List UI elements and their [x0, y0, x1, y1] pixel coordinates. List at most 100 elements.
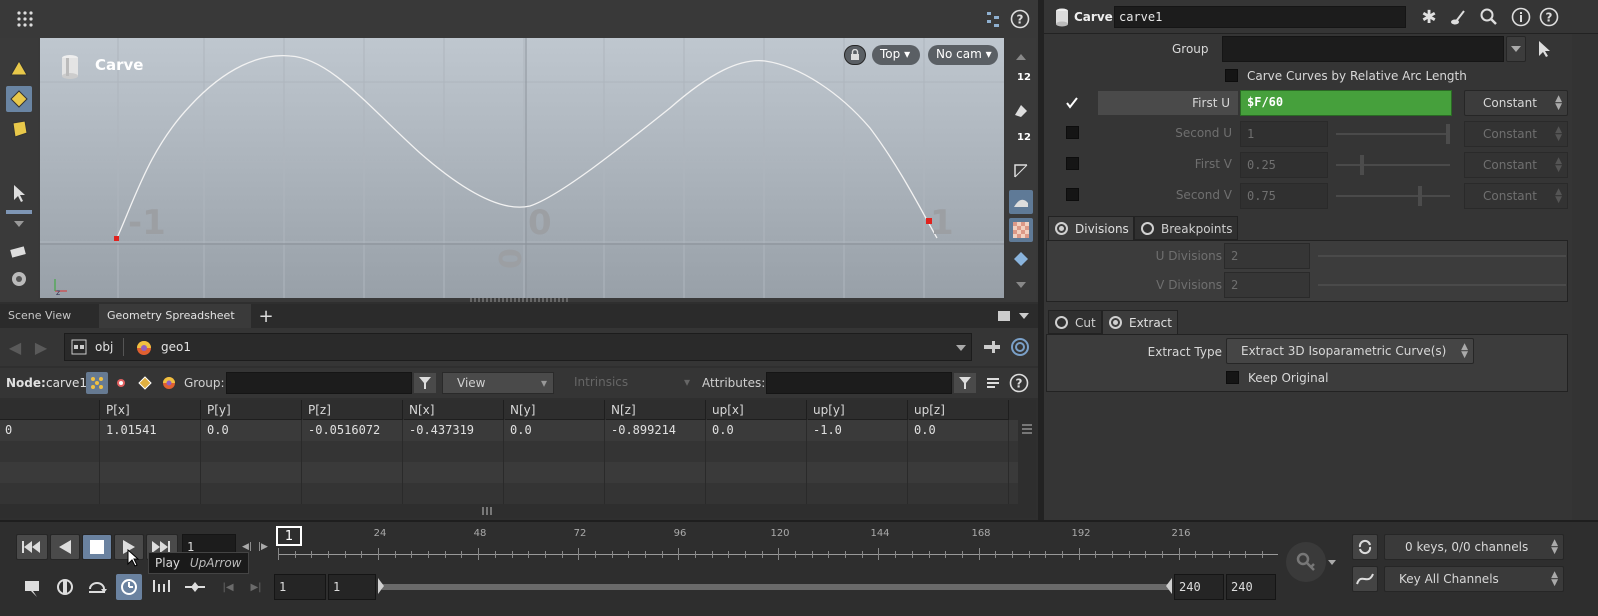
v-divisions-slider[interactable]	[1318, 284, 1566, 286]
path-dropdown-icon[interactable]	[955, 343, 967, 353]
next-key-button[interactable]: ▶|	[246, 578, 266, 596]
snap-icon[interactable]	[1009, 248, 1033, 270]
table-row[interactable]	[0, 483, 1018, 504]
second-u-field[interactable]: 1	[1240, 121, 1328, 147]
camera-dropdown[interactable]: No cam ▾	[928, 45, 998, 65]
sound-sync-icon[interactable]	[52, 574, 78, 600]
column-header[interactable]: up[z]	[909, 400, 1009, 420]
table-row[interactable]	[0, 441, 1018, 462]
second-u-slider[interactable]	[1336, 133, 1450, 135]
help-icon[interactable]: ?	[1009, 8, 1031, 30]
camera-tool-icon[interactable]	[6, 266, 32, 292]
prev-key-button[interactable]: |◀	[218, 578, 238, 596]
scroll-down-icon[interactable]	[1014, 280, 1028, 290]
select-group-arrow-icon[interactable]	[1534, 38, 1554, 60]
second-u-constant-dropdown[interactable]: Constant ▲ ▼	[1464, 121, 1568, 147]
frame-marker[interactable]: 1	[276, 526, 302, 546]
info-icon[interactable]	[1510, 6, 1532, 28]
intrinsics-dropdown[interactable]: Intrinsics ▾	[562, 372, 696, 394]
v-divisions-field[interactable]: 2	[1224, 272, 1310, 298]
first-u-expression-field[interactable]: $F/60	[1240, 90, 1452, 116]
keys-channels-dropdown[interactable]: 0 keys, 0/0 channels ▲ ▼	[1384, 534, 1564, 560]
spreadsheet-help-icon[interactable]: ?	[1008, 372, 1030, 394]
forward-arrow-icon[interactable]: ▶	[32, 338, 50, 357]
key-all-channels-dropdown[interactable]: Key All Channels ▲ ▼	[1384, 566, 1564, 592]
group-input[interactable]	[226, 372, 412, 394]
brush-tool-icon[interactable]	[6, 238, 32, 264]
path-node[interactable]: geo1	[161, 340, 191, 354]
arc-length-checkbox[interactable]	[1225, 69, 1238, 82]
view-dropdown-button[interactable]: View ▾	[442, 372, 554, 394]
first-v-slider-handle[interactable]	[1360, 155, 1364, 175]
range-start-field[interactable]: 1	[328, 574, 376, 600]
keyframe-icon[interactable]	[182, 574, 208, 600]
table-vertical-scrollbar[interactable]	[1018, 400, 1036, 504]
u-divisions-field[interactable]: 2	[1224, 243, 1310, 269]
view-dropdown[interactable]: Top ▾	[872, 45, 920, 65]
tab-scene-view[interactable]: Scene View	[0, 304, 98, 328]
play-reverse-button[interactable]	[50, 534, 80, 560]
column-header[interactable]: N[y]	[505, 400, 605, 420]
column-header[interactable]: P[y]	[202, 400, 302, 420]
points-attribute-icon[interactable]	[86, 372, 108, 394]
first-u-checkbox[interactable]	[1064, 95, 1080, 111]
curve-editor-icon[interactable]	[1352, 566, 1378, 592]
column-header[interactable]: up[y]	[808, 400, 908, 420]
texture-icon[interactable]	[1009, 218, 1033, 242]
shading-icon[interactable]	[1009, 190, 1033, 214]
second-v-slider[interactable]	[1336, 195, 1450, 197]
gear-icon[interactable]: ✱	[1418, 6, 1440, 28]
handle-tool-icon[interactable]	[6, 116, 32, 142]
attributes-filter-icon[interactable]	[954, 373, 976, 393]
pin-icon[interactable]	[982, 337, 1002, 357]
start-frame-field[interactable]: 1	[274, 574, 326, 600]
grid-menu-icon[interactable]	[14, 8, 36, 30]
paint-icon[interactable]	[1009, 100, 1033, 122]
lock-view-icon[interactable]	[844, 45, 866, 65]
columns-menu-icon[interactable]	[982, 373, 1004, 393]
range-slider[interactable]	[380, 584, 1172, 590]
channel-refresh-icon[interactable]	[1352, 534, 1378, 560]
view-tool-icon[interactable]	[6, 56, 32, 82]
node-name-field[interactable]: carve1	[1114, 6, 1406, 28]
param-scrollbar[interactable]	[1572, 34, 1598, 520]
path-root[interactable]: obj	[95, 340, 113, 354]
display-numbers-icon[interactable]: 12	[1009, 130, 1033, 152]
group-filter-icon[interactable]	[414, 373, 436, 393]
detail-attribute-icon[interactable]	[158, 372, 180, 394]
link-icon[interactable]	[1010, 337, 1030, 357]
pose-tool-icon[interactable]	[6, 86, 32, 112]
viewport-canvas[interactable]: -1 0 1 0 Carve Top ▾ No cam ▾ z	[40, 38, 1004, 298]
second-u-slider-handle[interactable]	[1446, 124, 1450, 144]
second-v-checkbox[interactable]	[1066, 188, 1079, 201]
range-end-field[interactable]: 240	[1174, 574, 1224, 600]
column-header[interactable]: N[z]	[606, 400, 706, 420]
back-arrow-icon[interactable]: ◀	[6, 338, 24, 357]
first-v-slider[interactable]	[1336, 164, 1450, 166]
tab-breakpoints[interactable]: Breakpoints	[1134, 216, 1238, 240]
loop-icon[interactable]	[84, 574, 110, 600]
step-forward-button[interactable]: |▶	[256, 540, 270, 554]
realtime-clock-icon[interactable]	[116, 574, 142, 600]
column-header[interactable]: up[x]	[707, 400, 807, 420]
param-help-icon[interactable]: ?	[1538, 6, 1560, 28]
end-frame-field[interactable]: 240	[1226, 574, 1276, 600]
second-v-field[interactable]: 0.75	[1240, 183, 1328, 209]
column-header[interactable]: N[x]	[404, 400, 504, 420]
pane-menu-icon[interactable]	[1018, 310, 1030, 322]
maximize-pane-icon[interactable]	[998, 311, 1010, 321]
tab-cut[interactable]: Cut	[1048, 310, 1102, 334]
search-icon[interactable]	[1478, 6, 1500, 28]
range-slider-end-handle[interactable]	[1166, 578, 1172, 594]
group-menu-icon[interactable]	[1506, 36, 1526, 62]
table-row[interactable]: 0 1.01541 0.0 -0.0516072 -0.437319 0.0 -0.8992…	[0, 420, 1018, 441]
first-v-constant-dropdown[interactable]: Constant ▲ ▼	[1464, 152, 1568, 178]
vertices-attribute-icon[interactable]	[110, 372, 132, 394]
attributes-input[interactable]	[766, 372, 952, 394]
u-divisions-slider[interactable]	[1318, 255, 1566, 257]
table-horizontal-scrollbar[interactable]	[0, 504, 1036, 518]
primitives-attribute-icon[interactable]	[134, 372, 156, 394]
group-param-input[interactable]	[1222, 36, 1504, 62]
tab-geometry-spreadsheet[interactable]: Geometry Spreadsheet	[99, 304, 251, 328]
angle-icon[interactable]	[1009, 160, 1033, 182]
